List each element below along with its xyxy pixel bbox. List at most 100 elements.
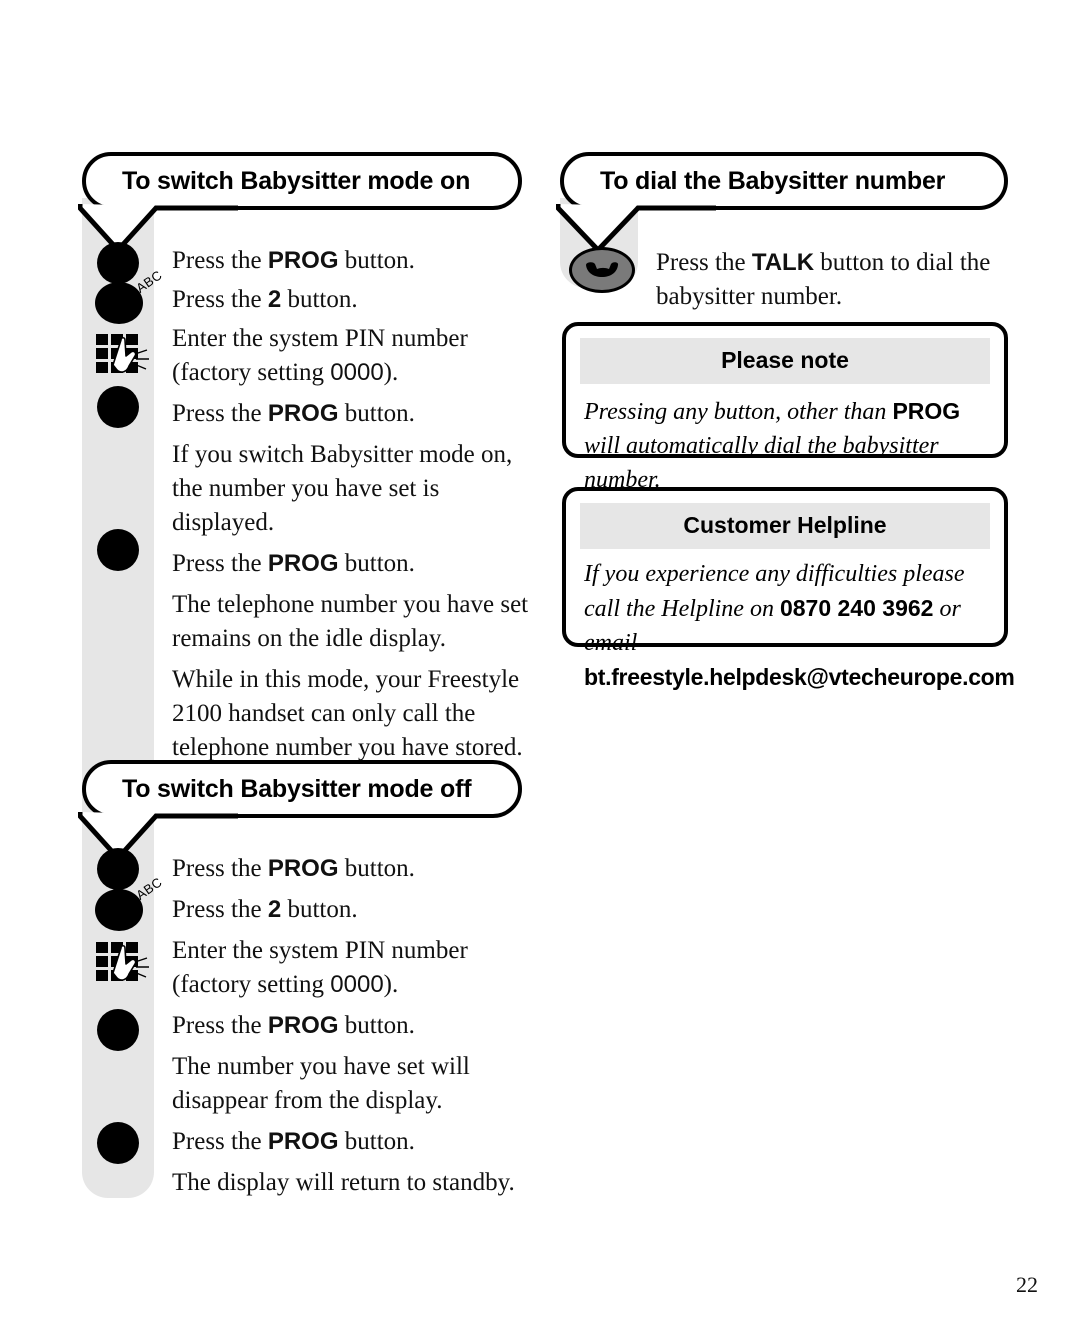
- list-item: If you switch Babysitter mode on, the nu…: [172, 438, 532, 540]
- key-label: PROG: [267, 1012, 339, 1039]
- handset-glyph: [586, 262, 619, 277]
- list-item: Press the PROG button.: [172, 244, 532, 278]
- please-note-box: Please note Pressing any button, other t…: [562, 322, 1008, 493]
- step-text: If you switch Babysitter mode on, the nu…: [172, 441, 513, 536]
- key-label: PROG: [267, 550, 339, 577]
- step-list: Press the TALK button to dial the babysi…: [656, 246, 1011, 314]
- key-label: PROG: [267, 247, 339, 274]
- step-list: Press the PROG button. Press the 2 butto…: [172, 852, 532, 1200]
- section-dial-babysitter-number: To dial the Babysitter number Press the …: [556, 152, 1010, 310]
- page-number: 22: [1016, 1272, 1038, 1297]
- list-item: Press the PROG button.: [172, 547, 532, 581]
- step-list: Press the PROG button. Press the 2 butto…: [172, 244, 532, 765]
- step-text: While in this mode, your Freestyle 2100 …: [172, 666, 523, 761]
- step-text: Press the PROG button.: [172, 1125, 532, 1159]
- list-item: Press the PROG button.: [172, 397, 532, 431]
- customer-helpline-box: Customer Helpline If you experience any …: [562, 487, 1015, 690]
- list-item: Press the 2 button.: [172, 893, 532, 927]
- list-item: The telephone number you have set remain…: [172, 588, 532, 656]
- step-text-prefix: Press the: [656, 249, 752, 276]
- step-text-suffix: button.: [338, 1012, 415, 1039]
- step-text: Enter the system PIN number (factory set…: [172, 322, 532, 390]
- list-item: Press the PROG button.: [172, 852, 532, 886]
- key-label: 2: [267, 286, 282, 313]
- prog-button-icon: [97, 529, 139, 571]
- note-box-body: If you experience any difficulties pleas…: [566, 549, 1015, 708]
- step-text-suffix: button.: [338, 550, 415, 577]
- section-heading-bubble: To switch Babysitter mode off: [82, 760, 522, 818]
- helpline-email-address: bt.freestyle.helpdesk@vtecheurope.com: [584, 664, 1015, 690]
- list-item: Enter the system PIN number (factory set…: [172, 322, 532, 390]
- prog-button-icon: [97, 1122, 139, 1164]
- step-text-line2-prefix: (factory setting: [172, 359, 331, 386]
- key-label: PROG: [892, 398, 961, 424]
- list-item: Press the TALK button to dial the babysi…: [656, 246, 1011, 314]
- step-text-prefix: Press the: [172, 286, 268, 313]
- prog-button-icon: [97, 242, 139, 284]
- talk-button-icon: [569, 247, 635, 293]
- step-text: Press the PROG button.: [172, 852, 532, 886]
- prog-button-icon: [97, 1009, 139, 1051]
- step-text-line2-suffix: ).: [383, 359, 399, 386]
- step-text: Press the TALK button to dial the babysi…: [656, 246, 1011, 314]
- pin-value: 0000: [330, 971, 384, 998]
- keypad-icon: [95, 940, 159, 995]
- step-text: Press the PROG button.: [172, 244, 532, 278]
- step-text-suffix: button.: [281, 896, 358, 923]
- step-text-line1: Enter the system PIN number: [172, 937, 468, 964]
- list-item: The number you have set will disappear f…: [172, 1050, 532, 1118]
- section-title: To dial the Babysitter number: [600, 166, 946, 195]
- helpline-phone-number: 0870 240 3962: [779, 595, 934, 621]
- step-text-prefix: Press the: [172, 1128, 268, 1155]
- section-title: To switch Babysitter mode off: [122, 774, 472, 803]
- step-text-line1: Enter the system PIN number: [172, 325, 468, 352]
- step-text-suffix: button.: [338, 855, 415, 882]
- step-text-suffix: button.: [338, 400, 415, 427]
- list-item: Press the PROG button.: [172, 1125, 532, 1159]
- list-item: While in this mode, your Freestyle 2100 …: [172, 663, 532, 765]
- step-text-line2-suffix: ).: [383, 971, 399, 998]
- section-heading-bubble: To dial the Babysitter number: [560, 152, 1008, 210]
- key-label: 2: [267, 896, 282, 923]
- step-text: Press the 2 button.: [172, 283, 532, 317]
- key-label: PROG: [267, 400, 339, 427]
- step-text-suffix: button.: [281, 286, 358, 313]
- section-babysitter-mode-on: To switch Babysitter mode on ABC Press t…: [78, 152, 528, 853]
- step-text: The telephone number you have set remain…: [172, 591, 529, 652]
- step-text-prefix: Press the: [172, 247, 268, 274]
- prog-button-icon: [97, 386, 139, 428]
- step-text: Press the PROG button.: [172, 1009, 532, 1043]
- note-box-header: Customer Helpline: [580, 503, 990, 549]
- section-babysitter-mode-off: To switch Babysitter mode off ABC Press …: [78, 760, 527, 1205]
- step-text: Press the PROG button.: [172, 397, 532, 431]
- step-text-prefix: Press the: [172, 1012, 268, 1039]
- note-text-suffix: will automatically dial the babysitter n…: [584, 433, 939, 493]
- step-text-prefix: Press the: [172, 855, 268, 882]
- step-text-suffix: button.: [338, 1128, 415, 1155]
- step-text-line2-prefix: (factory setting: [172, 971, 331, 998]
- prog-button-icon: [97, 848, 139, 890]
- step-text-prefix: Press the: [172, 400, 268, 427]
- step-text-suffix: button.: [338, 247, 415, 274]
- list-item: Enter the system PIN number (factory set…: [172, 934, 532, 1002]
- list-item: Press the PROG button.: [172, 1009, 532, 1043]
- list-item: The display will return to standby.: [172, 1166, 532, 1200]
- key-2-abc-button-icon: ABC: [95, 267, 165, 324]
- note-text-prefix: Pressing any button, other than: [584, 399, 893, 425]
- manual-page: To switch Babysitter mode on ABC Press t…: [0, 0, 1080, 1328]
- step-text: Enter the system PIN number (factory set…: [172, 934, 532, 1002]
- key-label: PROG: [267, 1128, 339, 1155]
- section-title: To switch Babysitter mode on: [122, 166, 471, 195]
- list-item: Press the 2 button.: [172, 283, 532, 317]
- key-2-abc-button-icon: ABC: [95, 874, 165, 931]
- step-text: The display will return to standby.: [172, 1169, 515, 1196]
- keypad-icon: [95, 332, 159, 387]
- note-box-header: Please note: [580, 338, 990, 384]
- key-label: TALK: [751, 249, 815, 276]
- section-heading-bubble: To switch Babysitter mode on: [82, 152, 522, 210]
- step-text: The number you have set will disappear f…: [172, 1053, 470, 1114]
- key-label: PROG: [267, 855, 339, 882]
- step-text-prefix: Press the: [172, 550, 268, 577]
- step-text: Press the 2 button.: [172, 893, 532, 927]
- step-text-prefix: Press the: [172, 896, 268, 923]
